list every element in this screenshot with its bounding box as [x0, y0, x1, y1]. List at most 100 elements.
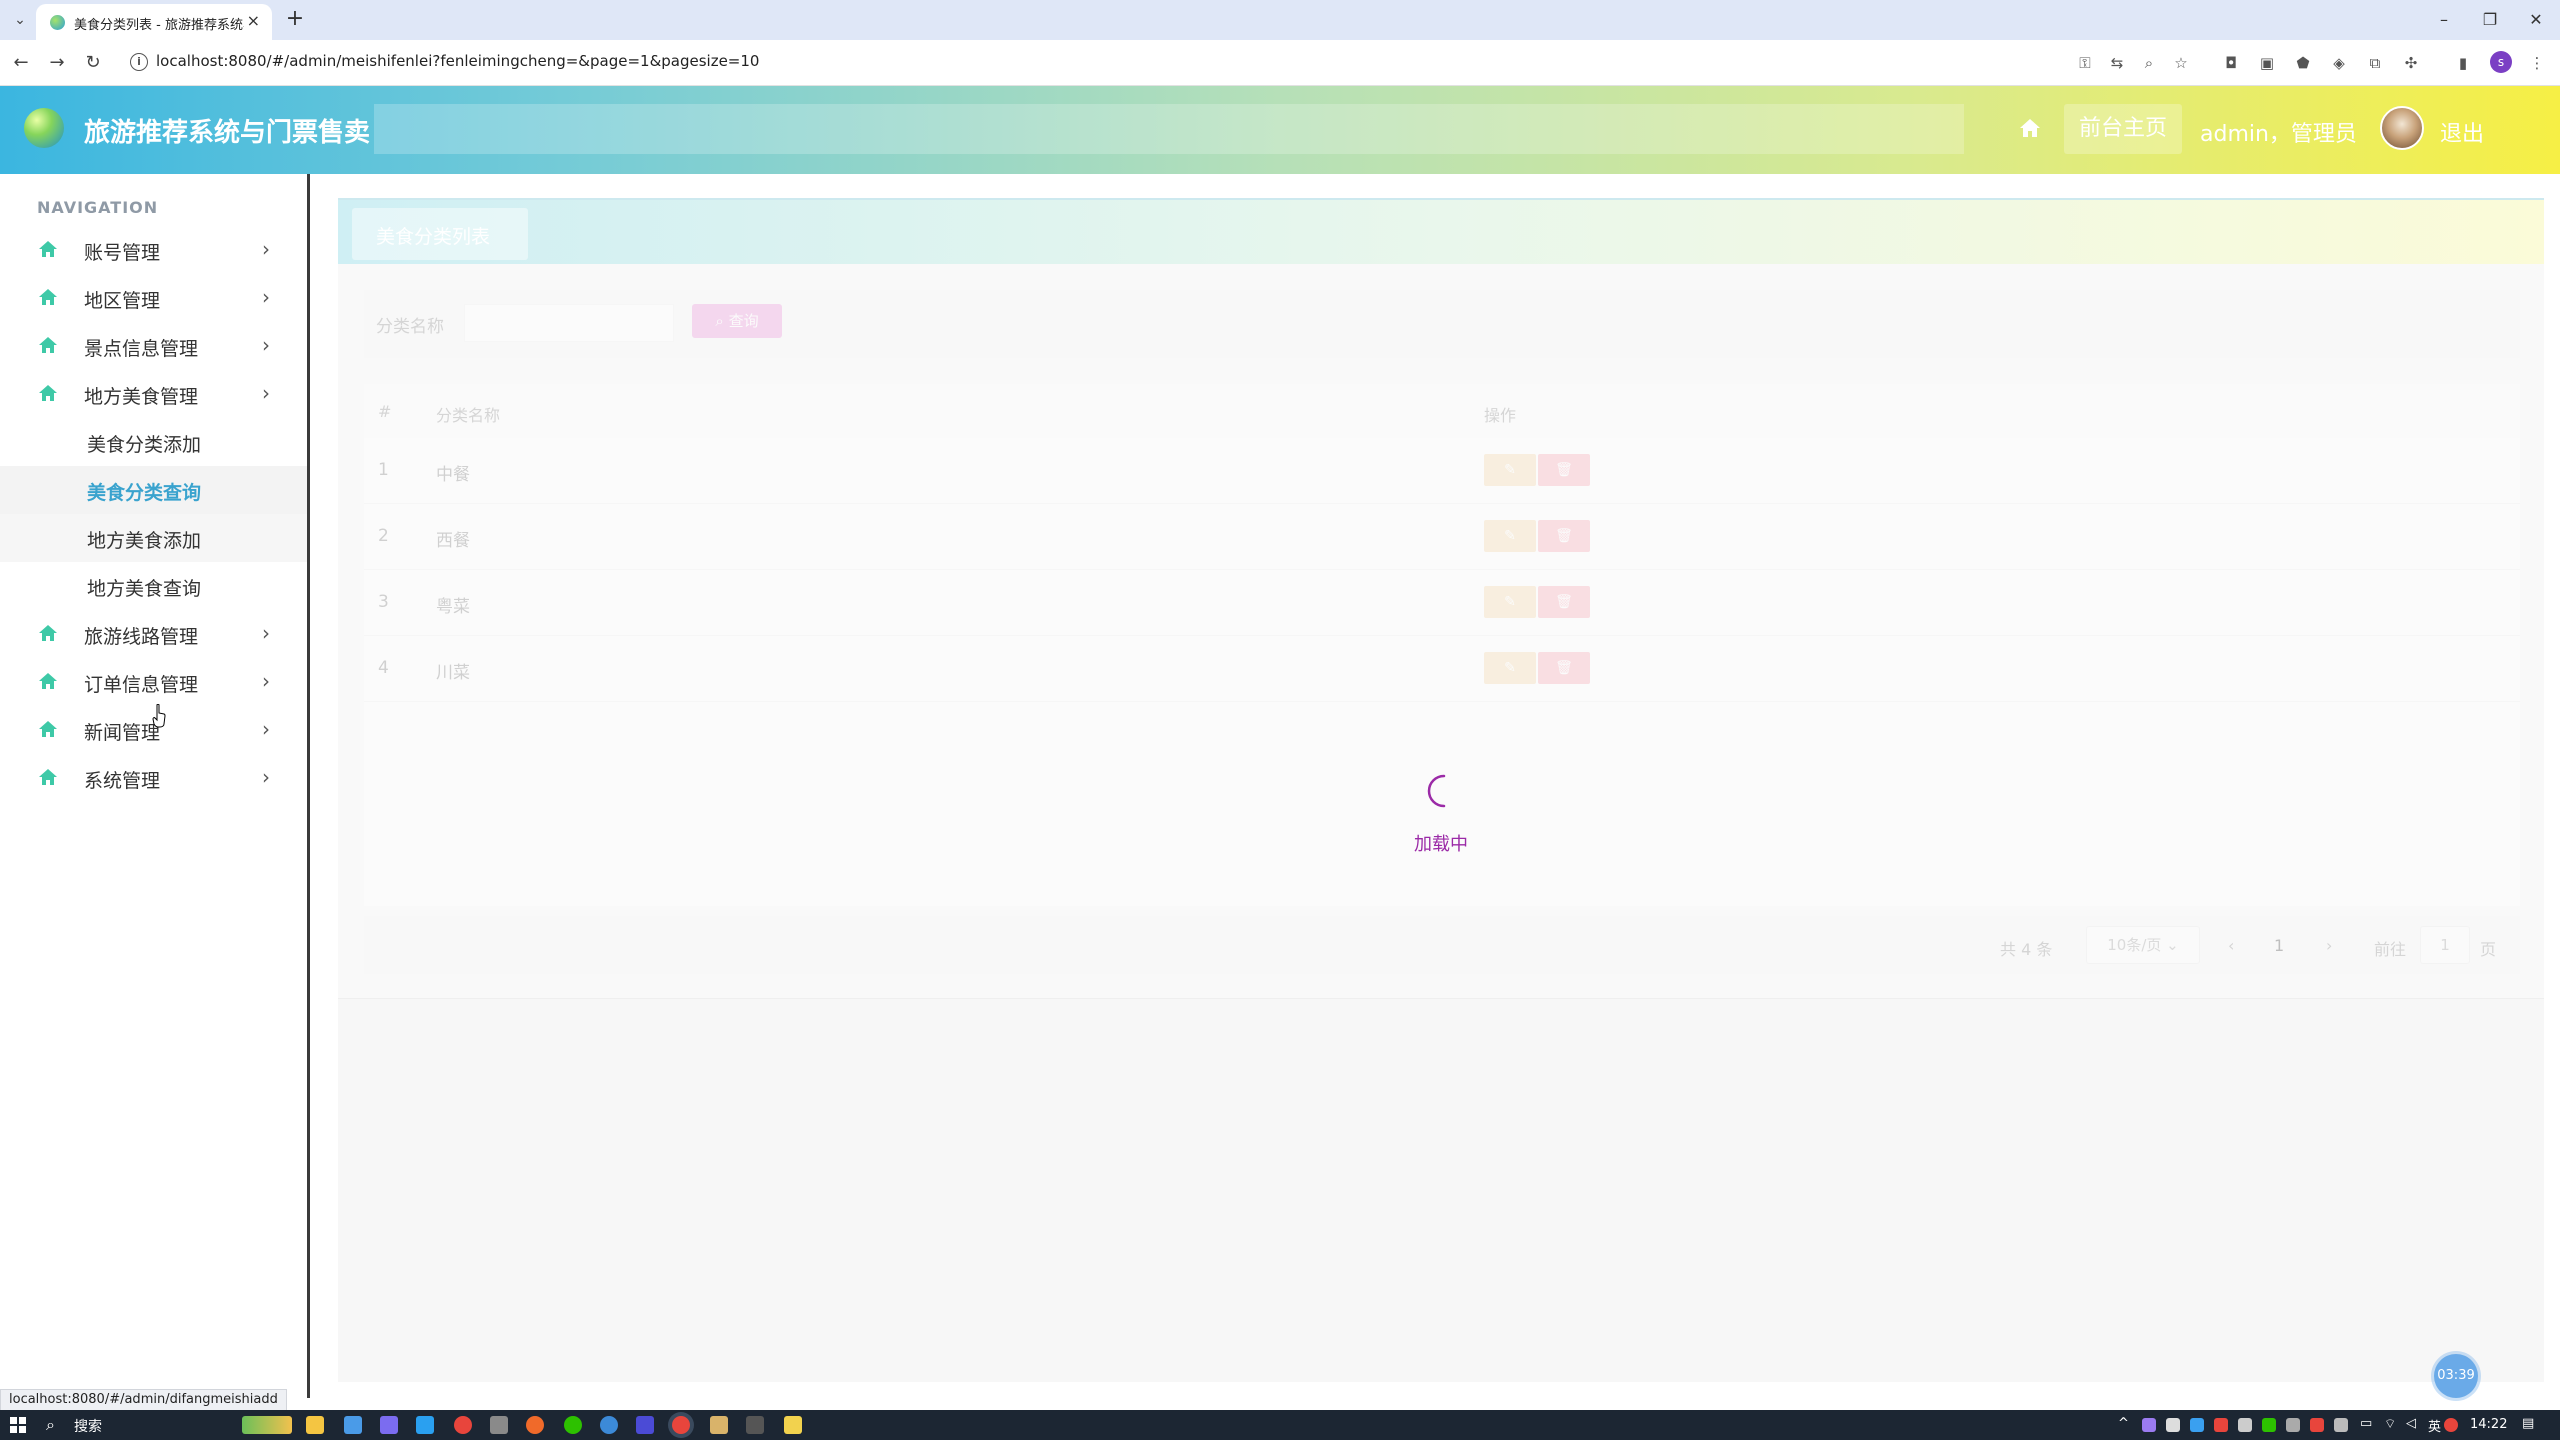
chevron-down-icon: ⌄: [2166, 936, 2179, 954]
chevron-right-icon: ›: [262, 717, 270, 741]
trash-icon: 🗑: [1555, 462, 1573, 478]
page-size-value: 10条/页: [2107, 936, 2162, 954]
delete-button[interactable]: 🗑: [1538, 454, 1590, 486]
tray-app-icon[interactable]: [2334, 1418, 2348, 1432]
taskbar-app-icon[interactable]: [380, 1416, 398, 1434]
volume-icon[interactable]: ◁: [2406, 1416, 2416, 1431]
tray-app-icon[interactable]: [2166, 1418, 2180, 1432]
delete-button[interactable]: 🗑: [1538, 652, 1590, 684]
tray-app-icon[interactable]: [2142, 1418, 2156, 1432]
extension-image-icon[interactable]: ▣: [2256, 52, 2278, 74]
zoom-icon[interactable]: ⌕: [2138, 52, 2160, 74]
network-icon[interactable]: ▭: [2360, 1416, 2372, 1431]
tab-search-icon[interactable]: ⌄: [8, 8, 32, 32]
edit-button[interactable]: ✎: [1484, 454, 1536, 486]
page-size-select[interactable]: 10条/页 ⌄: [2086, 926, 2200, 964]
chrome-icon[interactable]: [454, 1416, 472, 1434]
tray-ime-icon[interactable]: [2444, 1418, 2458, 1432]
browser-tab[interactable]: 美食分类列表 - 旅游推荐系统与 ×: [36, 4, 272, 40]
taskbar-widget-icon[interactable]: [242, 1416, 292, 1434]
sidebar-item-system[interactable]: 系统管理 ›: [0, 754, 307, 802]
tray-app-icon[interactable]: [2286, 1418, 2300, 1432]
restore-icon[interactable]: ❐: [2470, 8, 2510, 32]
windows-start-icon[interactable]: [10, 1417, 26, 1433]
more-menu-icon[interactable]: ⋮: [2526, 52, 2548, 74]
home-icon[interactable]: [2018, 116, 2042, 140]
taskbar-app-icon[interactable]: [710, 1416, 728, 1434]
notification-icon[interactable]: ▤: [2522, 1416, 2534, 1431]
input-language[interactable]: 英: [2428, 1416, 2441, 1435]
extension-green-icon[interactable]: ◈: [2328, 52, 2350, 74]
sidebar-subitem-local-food-add[interactable]: 地方美食添加: [0, 514, 307, 562]
tray-wechat-icon[interactable]: [2262, 1418, 2276, 1432]
taskbar-app-icon[interactable]: [636, 1416, 654, 1434]
logout-link[interactable]: 退出: [2440, 116, 2484, 148]
search-button[interactable]: ⌕ 查询: [692, 304, 782, 338]
taskbar-search-label[interactable]: 搜索: [74, 1416, 102, 1436]
profile-avatar[interactable]: s: [2490, 51, 2512, 73]
tab-close-icon[interactable]: ×: [247, 13, 260, 29]
terminal-icon[interactable]: [746, 1416, 764, 1434]
front-page-link[interactable]: 前台主页: [2064, 104, 2182, 154]
tray-app-icon[interactable]: [2190, 1418, 2204, 1432]
notepad-icon[interactable]: [784, 1416, 802, 1434]
taskbar-app-icon[interactable]: [344, 1416, 362, 1434]
extensions-puzzle-icon[interactable]: ✣: [2400, 52, 2422, 74]
next-page-icon[interactable]: ›: [2326, 936, 2332, 955]
taskbar-app-icon[interactable]: [600, 1416, 618, 1434]
sidebar-item-account[interactable]: 账号管理 ›: [0, 226, 307, 274]
taskbar-app-icon[interactable]: [416, 1416, 434, 1434]
firefox-icon[interactable]: [526, 1416, 544, 1434]
password-key-icon[interactable]: ⚿: [2074, 52, 2096, 74]
prev-page-icon[interactable]: ‹: [2228, 936, 2234, 955]
bookmark-star-icon[interactable]: ☆: [2170, 52, 2192, 74]
trash-icon: 🗑: [1555, 594, 1573, 610]
delete-button[interactable]: 🗑: [1538, 520, 1590, 552]
sidebar-item-routes[interactable]: 旅游线路管理 ›: [0, 610, 307, 658]
tray-app-icon[interactable]: [2238, 1418, 2252, 1432]
edit-button[interactable]: ✎: [1484, 586, 1536, 618]
row-name: 中餐: [436, 465, 470, 485]
sidebar-item-region[interactable]: 地区管理 ›: [0, 274, 307, 322]
sidebar-item-label: 新闻管理: [84, 722, 161, 744]
screenshot-icon[interactable]: ◘: [2220, 52, 2242, 74]
edit-button[interactable]: ✎: [1484, 520, 1536, 552]
pagination-current-page[interactable]: 1: [2274, 936, 2284, 955]
taskbar-clock[interactable]: 14:22: [2470, 1417, 2507, 1432]
window-close-icon[interactable]: ✕: [2516, 8, 2556, 32]
sidebar-subitem-food-category-add[interactable]: 美食分类添加: [0, 418, 307, 466]
home-icon: [39, 625, 57, 641]
extension-copy-icon[interactable]: ⧉: [2364, 52, 2386, 74]
extension-shield-icon[interactable]: ⬟: [2292, 52, 2314, 74]
forward-icon[interactable]: →: [44, 50, 70, 76]
delete-button[interactable]: 🗑: [1538, 586, 1590, 618]
taskbar-search-icon[interactable]: ⌕: [46, 1415, 55, 1435]
tray-app-icon[interactable]: [2214, 1418, 2228, 1432]
translate-icon[interactable]: ⇆: [2106, 52, 2128, 74]
avatar[interactable]: [2380, 106, 2424, 150]
sidebar-subitem-food-category-query[interactable]: 美食分类查询: [0, 466, 307, 514]
sidebar-subitem-local-food-query[interactable]: 地方美食查询: [0, 562, 307, 610]
search-input[interactable]: [464, 304, 674, 342]
tray-app-icon[interactable]: [2310, 1418, 2324, 1432]
chrome-active-icon[interactable]: [672, 1416, 690, 1434]
home-icon: [39, 385, 57, 401]
wifi-icon[interactable]: ⌔: [2384, 1416, 2396, 1432]
site-info-icon[interactable]: i: [130, 53, 148, 71]
back-icon[interactable]: ←: [8, 50, 34, 76]
new-tab-icon[interactable]: +: [282, 6, 308, 32]
sidebar-item-attractions[interactable]: 景点信息管理 ›: [0, 322, 307, 370]
pagination-goto-input[interactable]: 1: [2420, 926, 2470, 964]
minimize-icon[interactable]: –: [2424, 8, 2464, 32]
wechat-icon[interactable]: [564, 1416, 582, 1434]
timer-badge[interactable]: 03:39: [2434, 1354, 2478, 1398]
edit-button[interactable]: ✎: [1484, 652, 1536, 684]
address-bar[interactable]: localhost:8080/#/admin/meishifenlei?fenl…: [156, 52, 759, 70]
sidebar-item-food[interactable]: 地方美食管理 ›: [0, 370, 307, 418]
taskbar-app-icon[interactable]: [490, 1416, 508, 1434]
tray-chevron-up-icon[interactable]: ^: [2118, 1416, 2129, 1431]
file-explorer-icon[interactable]: [306, 1416, 324, 1434]
reload-icon[interactable]: ↻: [80, 50, 106, 76]
sidebar-item-orders[interactable]: 订单信息管理 ›: [0, 658, 307, 706]
sidepanel-icon[interactable]: ▮: [2452, 52, 2474, 74]
